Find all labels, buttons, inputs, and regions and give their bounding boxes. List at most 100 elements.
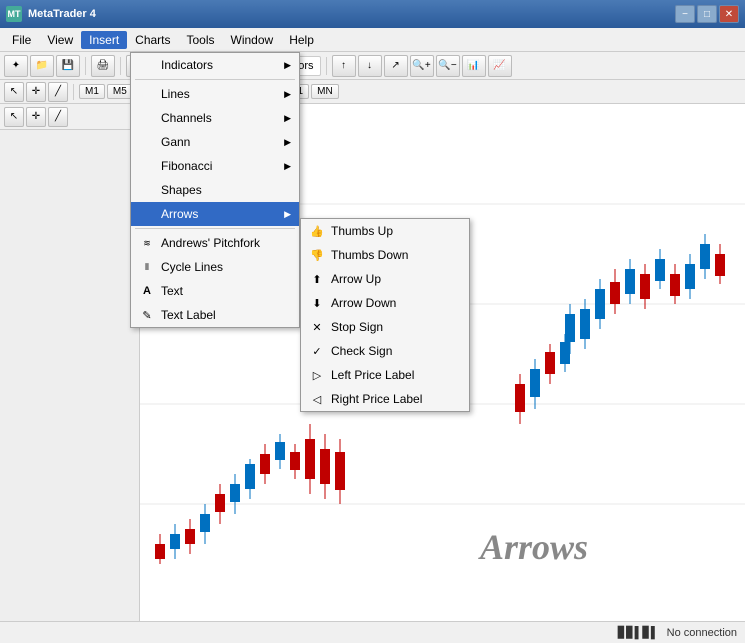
app-icon: MT [6,6,22,22]
chart-icon2[interactable]: ↓ [358,55,382,77]
arrows-arrowup[interactable]: ⬆ Arrow Up [301,267,469,291]
thumbsup-label: Thumbs Up [331,224,393,238]
line-left-btn[interactable]: ╱ [48,107,68,127]
menu-window[interactable]: Window [223,31,282,49]
insert-dropdown: Indicators ▶ Lines ▶ Channels ▶ Gann ▶ F… [130,52,300,328]
arrowdown-icon: ⬇ [309,295,325,311]
insert-lines[interactable]: Lines ▶ [131,82,299,106]
maximize-button[interactable]: □ [697,5,717,23]
cyclelines-label: Cycle Lines [161,260,223,274]
textlabel-label: Text Label [161,308,216,322]
insert-cyclelines[interactable]: ⦀ Cycle Lines [131,255,299,279]
lines-icon [139,86,155,102]
insert-text[interactable]: A Text [131,279,299,303]
line-tool[interactable]: ╱ [48,82,68,102]
crosshair-tool[interactable]: ✛ [26,82,46,102]
menu-insert[interactable]: Insert [81,31,127,49]
arrows-checksign[interactable]: ✓ Check Sign [301,339,469,363]
arrows-rightprice[interactable]: ◁ Right Price Label [301,387,469,411]
menu-charts[interactable]: Charts [127,31,178,49]
left-panel-content [0,130,139,621]
gann-icon [139,134,155,150]
indicators-arrow: ▶ [284,60,291,71]
tab-mn[interactable]: MN [311,84,339,99]
sep1 [85,57,86,75]
stopsign-label: Stop Sign [331,320,383,334]
left-panel: ↖ ✛ ╱ [0,104,140,621]
close-button[interactable]: ✕ [719,5,739,23]
toolbar-main: ✦ 📁 💾 🖨 ➕ Order 🤖 Expert Advisors ↑ ↓ ↗ … [0,52,745,80]
insert-shapes[interactable]: Shapes [131,178,299,202]
sep-after-indicators [135,79,295,80]
arrows-arrowdown[interactable]: ⬇ Arrow Down [301,291,469,315]
thumbsdown-icon: 👎 [309,247,325,263]
menu-file[interactable]: File [4,31,39,49]
new-btn[interactable]: ✦ [4,55,28,77]
arrows-leftprice[interactable]: ▷ Left Price Label [301,363,469,387]
zoom-minus-btn[interactable]: 🔍− [436,55,460,77]
rightprice-label: Right Price Label [331,392,422,406]
connection-status: No connection [667,627,737,639]
tab-m1[interactable]: M1 [79,84,105,99]
arrowup-icon: ⬆ [309,271,325,287]
cursor-tool[interactable]: ↖ [4,82,24,102]
crosshair-left-btn[interactable]: ✛ [26,107,46,127]
channels-arrow: ▶ [284,113,291,124]
fibonacci-label: Fibonacci [161,159,212,173]
leftprice-icon: ▷ [309,367,325,383]
arrows-label: Arrows [161,207,198,221]
arrowdown-label: Arrow Down [331,296,396,310]
chart-icon4[interactable]: 📊 [462,55,486,77]
chart-icon5[interactable]: 📈 [488,55,512,77]
minimize-button[interactable]: − [675,5,695,23]
sep-after-arrows [135,228,295,229]
shapes-label: Shapes [161,183,202,197]
title-bar: MT MetaTrader 4 − □ ✕ [0,0,745,28]
menu-help[interactable]: Help [281,31,322,49]
app-title: MetaTrader 4 [28,8,96,20]
stopsign-icon: ✕ [309,319,325,335]
arrows-stopsign[interactable]: ✕ Stop Sign [301,315,469,339]
menu-view[interactable]: View [39,31,81,49]
insert-arrows[interactable]: Arrows ▶ [131,202,299,226]
sep5 [326,57,327,75]
zoom-plus-btn[interactable]: 🔍+ [410,55,434,77]
shapes-icon [139,182,155,198]
thumbsup-icon: 👍 [309,223,325,239]
gann-label: Gann [161,135,190,149]
fibonacci-arrow: ▶ [284,161,291,172]
title-bar-controls: − □ ✕ [675,5,739,23]
insert-textlabel[interactable]: ✎ Text Label [131,303,299,327]
svg-text:Arrows: Arrows [478,527,588,567]
pitchfork-icon: ≋ [139,235,155,251]
time-tabs-bar: ↖ ✛ ╱ M1 M5 M15 M30 H1 H4 D1 W1 MN [0,80,745,104]
chart-icon1[interactable]: ↑ [332,55,356,77]
indicators-icon [139,57,155,73]
arrows-thumbsup[interactable]: 👍 Thumbs Up [301,219,469,243]
chart-icon3[interactable]: ↗ [384,55,408,77]
sep2 [120,57,121,75]
menu-tools[interactable]: Tools [179,31,223,49]
print-btn[interactable]: 🖨 [91,55,115,77]
insert-indicators[interactable]: Indicators ▶ [131,53,299,77]
title-bar-left: MT MetaTrader 4 [6,6,96,22]
cursor-left-btn[interactable]: ↖ [4,107,24,127]
text-label: Text [161,284,183,298]
save-btn[interactable]: 💾 [56,55,80,77]
leftprice-label: Left Price Label [331,368,414,382]
open-btn[interactable]: 📁 [30,55,54,77]
insert-fibonacci[interactable]: Fibonacci ▶ [131,154,299,178]
checksign-label: Check Sign [331,344,392,358]
arrows-thumbsdown[interactable]: 👎 Thumbs Down [301,243,469,267]
pitchfork-label: Andrews' Pitchfork [161,236,260,250]
channels-icon [139,110,155,126]
text-icon: A [139,283,155,299]
insert-gann[interactable]: Gann ▶ [131,130,299,154]
insert-pitchfork[interactable]: ≋ Andrews' Pitchfork [131,231,299,255]
lines-label: Lines [161,87,190,101]
gann-arrow: ▶ [284,137,291,148]
insert-channels[interactable]: Channels ▶ [131,106,299,130]
tab-m5[interactable]: M5 [107,84,133,99]
fibonacci-icon [139,158,155,174]
checksign-icon: ✓ [309,343,325,359]
